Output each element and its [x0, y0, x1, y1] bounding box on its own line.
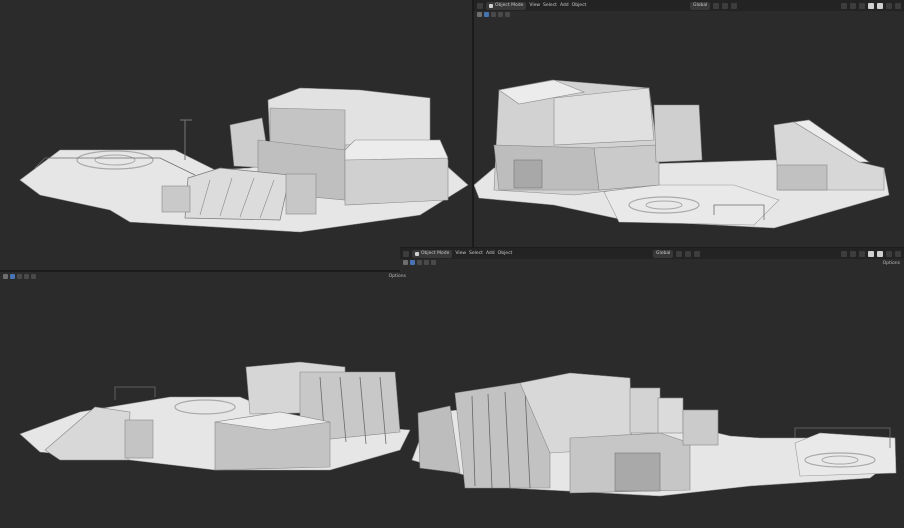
viewport-bottom-left[interactable]: Options: [0, 272, 410, 528]
viewport-divider-horizontal-left[interactable]: [0, 270, 400, 272]
viewport-divider-vertical-top[interactable]: [472, 0, 474, 248]
building-model-view: [411, 372, 897, 497]
viewport-bottom-right[interactable]: Object Mode View Select Add Object Globa…: [400, 248, 904, 528]
viewport-top-right[interactable]: Object Mode View Select Add Object Globa…: [474, 0, 904, 248]
building-model-view: [19, 361, 410, 471]
building-model-view: [19, 87, 469, 233]
building-model-view: [474, 79, 890, 229]
viewport-top-left[interactable]: [0, 0, 472, 270]
viewport-divider-horizontal-right[interactable]: [400, 247, 904, 248]
